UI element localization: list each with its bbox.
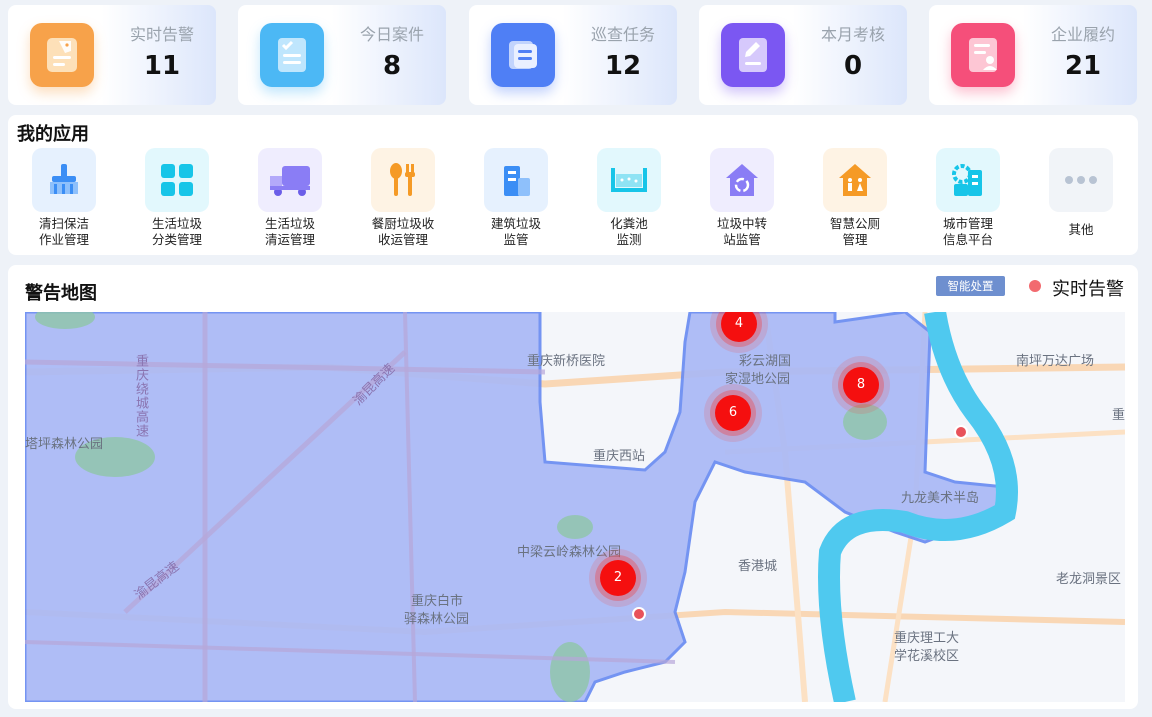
map-place-label: 学花溪校区 <box>894 649 960 664</box>
smart-dispose-button[interactable]: 智能处置 <box>936 276 1005 296</box>
legend-label: 实时告警 <box>1052 279 1124 300</box>
stat-value: 21 <box>1064 51 1102 81</box>
my-apps-panel: 我的应用 清扫保洁 作业管理 生活垃圾 分类管理 生活垃圾 清运管理 餐厨垃圾收… <box>8 115 1138 255</box>
app-label: 垃圾中转 站监管 <box>716 216 767 247</box>
recycle-house-icon <box>710 148 774 212</box>
stat-card-alerts[interactable]: 实时告警 11 <box>8 5 216 105</box>
toilet-icon <box>823 148 887 212</box>
alert-cluster-marker[interactable]: 6 <box>715 395 751 431</box>
stat-label: 实时告警 <box>129 25 194 44</box>
map-place-label: 香港城 <box>738 559 778 574</box>
app-street-cleaning[interactable]: 清扫保洁 作业管理 <box>19 148 109 248</box>
map-place-label: 中梁云岭森林公园 <box>517 545 622 560</box>
stat-cards: 实时告警 11 今日案件 8 巡查任务 12 本月考核 0 企业履约 21 <box>8 5 1138 105</box>
map-place-label: 重 <box>1112 408 1125 423</box>
legend-dot-icon <box>1029 280 1041 292</box>
alert-cluster-marker[interactable]: 8 <box>843 367 879 403</box>
fork-spoon-icon <box>371 148 435 212</box>
map-base-layer <box>25 312 1125 702</box>
app-city-platform[interactable]: 城市管理 信息平台 <box>923 148 1013 248</box>
map-place-label: 九龙美术半岛 <box>901 491 980 506</box>
stat-label: 本月考核 <box>820 25 885 44</box>
map-place-label: 重庆理工大 <box>894 631 960 646</box>
app-more[interactable]: 其他 <box>1036 148 1126 238</box>
more-icon <box>1049 148 1113 212</box>
alert-point-marker[interactable] <box>954 425 968 439</box>
map-place-label: 重庆白市 <box>411 594 464 609</box>
app-label: 智慧公厕 管理 <box>829 216 880 247</box>
stat-card-cases[interactable]: 今日案件 8 <box>238 5 446 105</box>
alert-map-panel: 警告地图 智能处置 实时告警 重庆新桥医院 彩云湖国 家湿地公园 南坪万达广场 … <box>8 265 1138 709</box>
map-place-label: 南坪万达广场 <box>1016 354 1095 369</box>
stat-card-contracts[interactable]: 企业履约 21 <box>929 5 1137 105</box>
alert-point-marker[interactable] <box>632 607 646 621</box>
stat-card-patrols[interactable]: 巡查任务 12 <box>469 5 677 105</box>
tank-icon <box>597 148 661 212</box>
alert-cluster-marker[interactable]: 2 <box>600 560 636 596</box>
app-label: 清扫保洁 作业管理 <box>38 216 89 247</box>
app-construction-waste[interactable]: 建筑垃圾 监管 <box>471 148 561 248</box>
gear-building-icon <box>936 148 1000 212</box>
map-place-label: 家湿地公园 <box>725 372 791 387</box>
app-label: 化粪池 监测 <box>610 216 648 247</box>
stat-label: 巡查任务 <box>590 25 655 44</box>
broom-icon <box>32 148 96 212</box>
map-place-label: 重庆新桥医院 <box>527 354 606 369</box>
app-septic-tank[interactable]: 化粪池 监测 <box>584 148 674 248</box>
building-icon <box>484 148 548 212</box>
stat-value: 0 <box>843 51 863 81</box>
app-waste-sorting[interactable]: 生活垃圾 分类管理 <box>132 148 222 248</box>
map-place-label: 老龙洞景区 <box>1056 572 1122 587</box>
app-transfer-station[interactable]: 垃圾中转 站监管 <box>697 148 787 248</box>
app-label: 餐厨垃圾收 收运管理 <box>371 216 435 247</box>
grid-icon <box>145 148 209 212</box>
app-label: 建筑垃圾 监管 <box>490 216 541 247</box>
app-smart-toilet[interactable]: 智慧公厕 管理 <box>810 148 900 248</box>
map-road-label: 重庆绕城高速 <box>133 354 148 438</box>
app-kitchen-waste[interactable]: 餐厨垃圾收 收运管理 <box>358 148 448 248</box>
app-label: 生活垃圾 清运管理 <box>264 216 315 247</box>
map-place-label: 重庆西站 <box>593 449 646 464</box>
app-waste-transport[interactable]: 生活垃圾 清运管理 <box>245 148 335 248</box>
apps-title: 我的应用 <box>17 124 89 145</box>
map-place-label: 塔坪森林公园 <box>25 437 104 452</box>
stat-value: 11 <box>143 51 181 81</box>
stat-card-assessment[interactable]: 本月考核 0 <box>699 5 907 105</box>
stat-label: 企业履约 <box>1050 25 1115 44</box>
stat-value: 8 <box>382 51 402 81</box>
map-place-label: 彩云湖国 <box>739 354 792 369</box>
map-canvas[interactable]: 重庆新桥医院 彩云湖国 家湿地公园 南坪万达广场 重庆西站 九龙美术半岛 中梁云… <box>25 312 1125 702</box>
app-label: 城市管理 信息平台 <box>942 216 993 247</box>
app-label: 生活垃圾 分类管理 <box>151 216 202 247</box>
map-title: 警告地图 <box>25 283 97 304</box>
map-place-label: 驿森林公园 <box>404 612 470 627</box>
truck-icon <box>258 148 322 212</box>
app-label: 其他 <box>1068 222 1094 237</box>
stat-label: 今日案件 <box>359 25 424 44</box>
stat-value: 12 <box>604 51 642 81</box>
